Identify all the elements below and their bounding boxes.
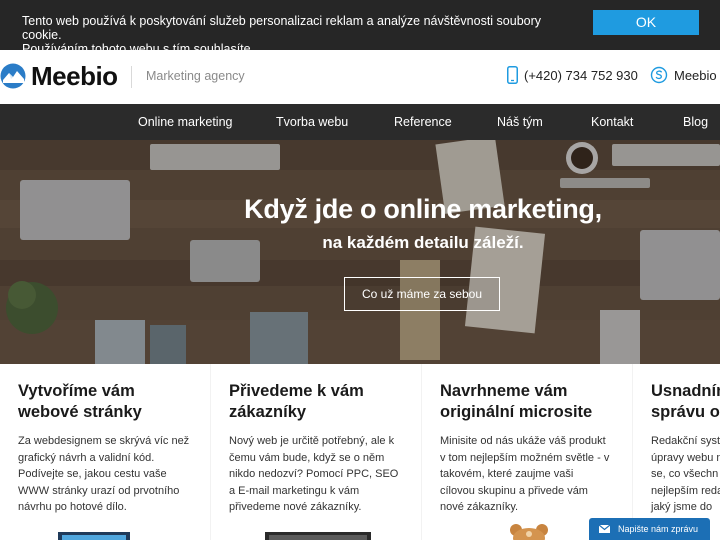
hero-title: Když jde o online marketing, xyxy=(244,194,602,224)
service-card-text-line: Minisite od nás ukáže váš produkt xyxy=(440,435,606,447)
phone-number: (+420) 734 752 930 xyxy=(524,67,638,83)
service-card-text: Za webdesignem se skrývá víc než grafick… xyxy=(18,433,210,516)
service-card-title-line: webové stránky xyxy=(18,403,142,421)
service-card-text-line: čemu vám bude, když se o něm xyxy=(229,451,385,464)
service-card-title: Přivedeme k vám zákazníky xyxy=(229,381,421,423)
service-card-text-line: nikdo nedozví? Pomocí PPC, SEO xyxy=(229,468,399,480)
service-card-text: Redakční syst úpravy webu n se, co všech… xyxy=(651,433,720,516)
service-card-text: Nový web je určitě potřebný, ale k čemu … xyxy=(229,433,421,516)
logo-mark-icon xyxy=(0,63,26,89)
service-card-title: Navrhneme vám originální microsite xyxy=(440,381,632,423)
service-card-text-line: WWW stránky urazí od prvotního xyxy=(18,484,180,497)
phone-link[interactable]: (+420) 734 752 930 xyxy=(507,66,638,84)
service-card-title: Usnadníme správu ob xyxy=(651,381,720,423)
service-card-text-line: takovém, které zaujme vaši xyxy=(440,468,574,480)
nav-item-nas-tym[interactable]: Náš tým xyxy=(497,104,543,140)
nav-item-online-marketing[interactable]: Online marketing xyxy=(138,104,233,140)
nav-item-blog[interactable]: Blog xyxy=(683,104,708,140)
service-card-text-line: Redakční syst xyxy=(651,435,720,447)
service-card-cms[interactable]: Usnadníme správu ob Redakční syst úpravy… xyxy=(633,364,720,540)
service-card-title: Vytvoříme vám webové stránky xyxy=(18,381,210,423)
service-card-title-line: zákazníky xyxy=(229,403,307,421)
cookie-bar: Tento web používá k poskytování služeb p… xyxy=(0,0,720,56)
logo-text: Meebio xyxy=(31,60,118,91)
skype-link[interactable]: Meebio xyxy=(650,66,717,84)
cookie-message-line1: Tento web používá k poskytování služeb p… xyxy=(22,14,542,42)
service-card-text-line: grafický návrh a validní kód. xyxy=(18,451,155,464)
service-card-title-line: Usnadníme xyxy=(651,382,720,400)
skype-icon xyxy=(650,66,668,84)
logo-link[interactable]: Meebio xyxy=(0,61,118,91)
service-card-text-line: návrhu po hotové dílo. xyxy=(18,501,127,513)
service-card-title-line: originální microsite xyxy=(440,403,593,421)
service-card-web[interactable]: Vytvoříme vám webové stránky Za webdesig… xyxy=(0,364,210,540)
service-card-text-line: cílovou skupinu a přivede vám xyxy=(440,484,588,497)
service-card-text-line: přivedeme nové zákazníky. xyxy=(229,501,362,513)
service-card-text-line: úpravy webu n xyxy=(651,451,720,464)
chat-button-label: Napište nám zprávu xyxy=(618,524,699,534)
service-card-microsite[interactable]: Navrhneme vám originální microsite Minis… xyxy=(422,364,632,540)
hero-cta-button[interactable]: Co už máme za sebou xyxy=(344,277,500,311)
service-card-text-line: nejlepším reda xyxy=(651,484,720,497)
nav-item-tvorba-webu[interactable]: Tvorba webu xyxy=(276,104,348,140)
services-section: Vytvoříme vám webové stránky Za webdesig… xyxy=(0,364,720,540)
service-card-text-line: jaký jsme do xyxy=(651,501,713,513)
service-card-text-line: v tom nejlepším možném světle - v xyxy=(440,451,610,464)
nav-item-reference[interactable]: Reference xyxy=(394,104,452,140)
phone-icon xyxy=(507,66,518,84)
service-card-text: Minisite od nás ukáže váš produkt v tom … xyxy=(440,433,632,516)
main-nav: Online marketing Tvorba webu Reference N… xyxy=(0,104,720,140)
cookie-ok-button[interactable]: OK xyxy=(593,10,699,35)
nav-item-kontakt[interactable]: Kontakt xyxy=(591,104,633,140)
laptop-illustration-icon xyxy=(265,532,371,540)
tagline: Marketing agency xyxy=(146,69,245,83)
envelope-icon xyxy=(599,525,610,533)
service-card-text-line: se, co všechn xyxy=(651,468,719,480)
service-card-text-line: Nový web je určitě potřebný, ale k xyxy=(229,435,395,447)
service-card-text-line: Za webdesignem se skrývá víc než xyxy=(18,435,190,447)
service-card-title-line: Navrhneme vám xyxy=(440,382,568,400)
service-card-title-line: Vytvoříme vám xyxy=(18,382,135,400)
chat-button[interactable]: Napište nám zprávu xyxy=(589,518,710,540)
service-card-text-line: a E-mail marketingu k vám xyxy=(229,484,360,497)
hero-banner: Když jde o online marketing, na každém d… xyxy=(0,140,720,364)
service-card-title-line: správu ob xyxy=(651,403,720,421)
monitor-illustration-icon xyxy=(58,532,130,540)
service-card-text-line: nové zákazníky. xyxy=(440,501,519,513)
site-header: Meebio Marketing agency (+420) 734 752 9… xyxy=(0,50,720,104)
hero-subtitle: na každém detailu záleží. xyxy=(322,233,524,252)
header-divider xyxy=(131,66,132,88)
service-card-title-line: Přivedeme k vám xyxy=(229,382,364,400)
teddy-bear-illustration-icon xyxy=(510,524,548,540)
skype-name: Meebio xyxy=(674,67,717,83)
service-card-text-line: Podívejte se, jakou cestu vaše xyxy=(18,468,167,480)
service-card-customers[interactable]: Přivedeme k vám zákazníky Nový web je ur… xyxy=(211,364,421,540)
